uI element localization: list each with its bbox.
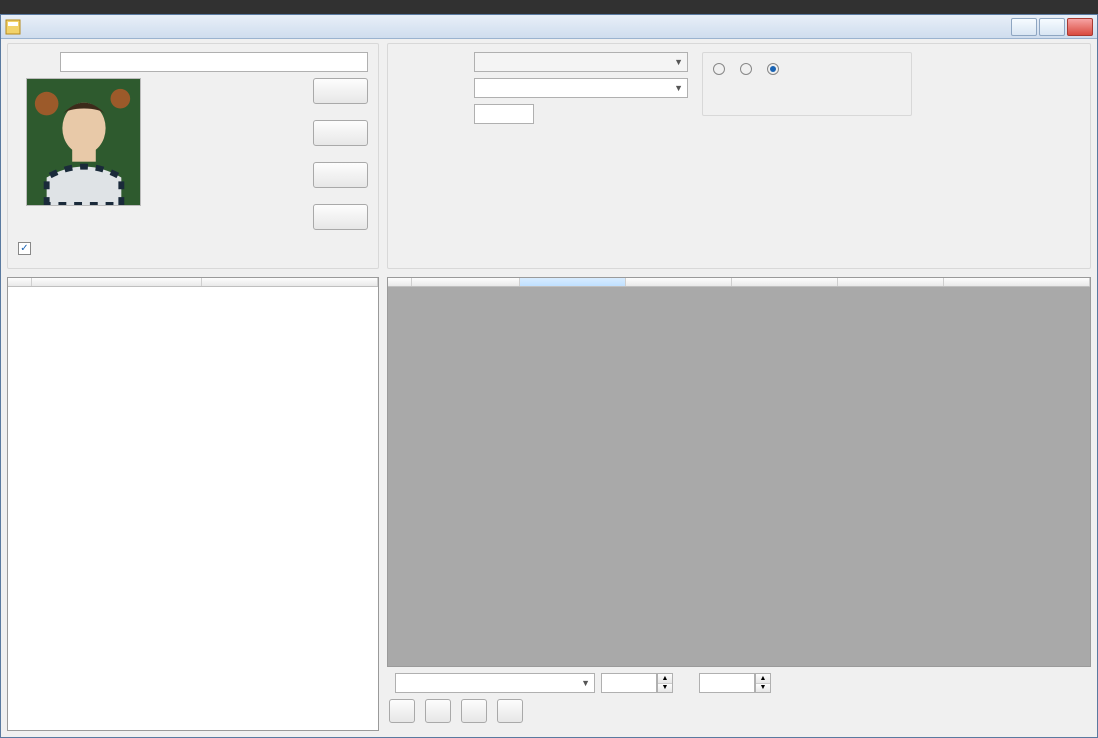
col-fim[interactable] <box>732 278 838 286</box>
col-dia[interactable] <box>412 278 520 286</box>
col-inicio[interactable] <box>626 278 732 286</box>
chevron-down-icon: ▼ <box>674 57 683 67</box>
pagar-button[interactable] <box>461 699 487 723</box>
col-tempo[interactable] <box>838 278 944 286</box>
status-pagos-radio[interactable] <box>740 63 757 75</box>
time-range-group: ▼ ▼ <box>387 43 1091 269</box>
data-inicial-picker[interactable]: ▼ <box>474 52 688 72</box>
employee-data-group: ✓ <box>7 43 379 269</box>
editar-button[interactable] <box>313 120 368 146</box>
col-nome[interactable] <box>32 278 202 286</box>
chevron-down-icon: ▼ <box>581 678 590 688</box>
employee-grid[interactable] <box>7 277 379 731</box>
app-icon <box>5 19 21 35</box>
employee-photo[interactable] <box>26 78 141 206</box>
status-atual-radio[interactable] <box>767 63 784 75</box>
final-time-input[interactable] <box>699 673 755 693</box>
hours-grid[interactable] <box>387 277 1091 667</box>
detalhes-button[interactable] <box>425 699 451 723</box>
main-window: ✓ ▼ <box>0 14 1098 738</box>
inicio-time-spinner[interactable]: ▲▼ <box>657 673 673 693</box>
name-input[interactable] <box>60 52 368 72</box>
valor-hora-input[interactable] <box>474 104 534 124</box>
chevron-down-icon: ▼ <box>674 83 683 93</box>
cracha-button[interactable] <box>313 162 368 188</box>
col-trabalhando[interactable] <box>202 278 378 286</box>
col-data[interactable] <box>520 278 626 286</box>
titlebar[interactable] <box>1 15 1097 39</box>
inicio-date-picker[interactable]: ▼ <box>395 673 595 693</box>
maximize-button[interactable] <box>1039 18 1065 36</box>
minimize-button[interactable] <box>1011 18 1037 36</box>
col-pag[interactable] <box>944 278 1090 286</box>
corrigir-button[interactable] <box>497 699 523 723</box>
close-button[interactable] <box>1067 18 1093 36</box>
abrir-arquivos-button[interactable] <box>389 699 415 723</box>
data-final-picker[interactable]: ▼ <box>474 78 688 98</box>
active-checkbox[interactable]: ✓ <box>18 242 31 255</box>
inicio-time-input[interactable] <box>601 673 657 693</box>
novo-button[interactable] <box>313 78 368 104</box>
status-group <box>702 52 912 116</box>
background-tab <box>0 0 1098 14</box>
final-time-spinner[interactable]: ▲▼ <box>755 673 771 693</box>
status-todos-radio[interactable] <box>713 63 730 75</box>
parar-button[interactable] <box>313 204 368 230</box>
